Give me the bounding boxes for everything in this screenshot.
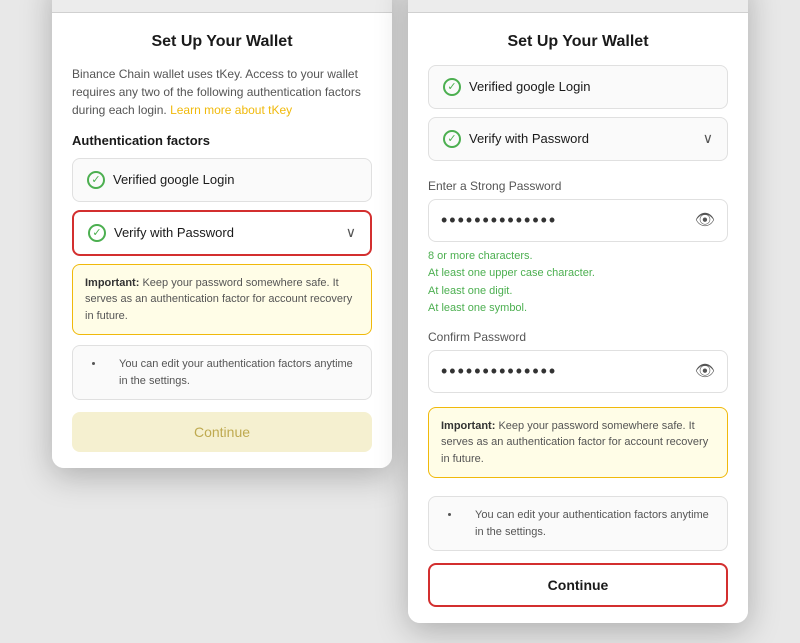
hint-uppercase: At least one upper case character. xyxy=(428,265,728,283)
right-window: Binance Chain Wallet Set Up Your Wallet … xyxy=(408,0,748,623)
hint-symbol: At least one symbol. xyxy=(428,300,728,318)
auth-item-google-left: ✓ Verified google Login xyxy=(72,158,372,202)
password-field-label: Enter a Strong Password xyxy=(428,179,728,193)
password-input-wrap[interactable]: •••••••••••••• 👁 xyxy=(428,199,728,242)
check-icon-password-right: ✓ xyxy=(443,130,461,148)
continue-button-left[interactable]: Continue xyxy=(72,412,372,452)
right-window-title: Binance Chain Wallet xyxy=(424,0,734,2)
chevron-down-icon-left: ∨ xyxy=(346,224,356,241)
left-window-body: Set Up Your Wallet Binance Chain wallet … xyxy=(52,13,392,469)
continue-button-right[interactable]: Continue xyxy=(428,563,728,607)
warning-text-left: Important: Keep your password somewhere … xyxy=(85,275,359,325)
google-login-label-left: Verified google Login xyxy=(113,172,234,187)
right-window-body: Set Up Your Wallet ✓ Verified google Log… xyxy=(408,13,748,624)
auth-item-google-right: ✓ Verified google Login xyxy=(428,65,728,109)
confirm-input-wrap[interactable]: •••••••••••••• 👁 xyxy=(428,350,728,393)
notes-box-right: You can edit your authentication factors… xyxy=(428,496,728,551)
warning-box-left: Important: Keep your password somewhere … xyxy=(72,264,372,336)
check-icon-google-right: ✓ xyxy=(443,78,461,96)
learn-more-link[interactable]: Learn more about tKey xyxy=(170,103,292,117)
confirm-dots: •••••••••••••• xyxy=(441,361,557,382)
note-text-left: You can edit your authentication factors… xyxy=(105,356,357,389)
password-entry-section: Enter a Strong Password •••••••••••••• 👁… xyxy=(428,179,728,399)
auth-item-password-left[interactable]: ✓ Verify with Password ∨ xyxy=(72,210,372,256)
left-window-title: Binance Chain Wallet xyxy=(68,0,378,2)
hint-digit: At least one digit. xyxy=(428,283,728,301)
eye-icon-password[interactable]: 👁 xyxy=(695,210,715,230)
left-section-title: Authentication factors xyxy=(72,133,372,148)
check-icon-google-left: ✓ xyxy=(87,171,105,189)
right-page-title: Set Up Your Wallet xyxy=(428,33,728,51)
right-titlebar: Binance Chain Wallet xyxy=(408,0,748,13)
left-titlebar: Binance Chain Wallet xyxy=(52,0,392,13)
password-label-left: Verify with Password xyxy=(114,225,234,240)
left-page-title: Set Up Your Wallet xyxy=(72,33,372,51)
eye-icon-confirm[interactable]: 👁 xyxy=(695,361,715,381)
left-window: Binance Chain Wallet Set Up Your Wallet … xyxy=(52,0,392,468)
google-login-label-right: Verified google Login xyxy=(469,79,590,94)
warning-text-right: Important: Keep your password somewhere … xyxy=(441,418,715,468)
confirm-field-label: Confirm Password xyxy=(428,330,728,344)
notes-box-left: You can edit your authentication factors… xyxy=(72,345,372,400)
check-icon-password-left: ✓ xyxy=(88,224,106,242)
note-text-right: You can edit your authentication factors… xyxy=(461,507,713,540)
password-dots: •••••••••••••• xyxy=(441,210,557,231)
auth-item-password-right[interactable]: ✓ Verify with Password ∨ xyxy=(428,117,728,161)
chevron-down-icon-right: ∨ xyxy=(703,130,713,147)
warning-box-right: Important: Keep your password somewhere … xyxy=(428,407,728,479)
validation-hints: 8 or more characters. At least one upper… xyxy=(428,248,728,318)
password-label-right: Verify with Password xyxy=(469,131,589,146)
hint-length: 8 or more characters. xyxy=(428,248,728,266)
left-intro-text: Binance Chain wallet uses tKey. Access t… xyxy=(72,65,372,119)
